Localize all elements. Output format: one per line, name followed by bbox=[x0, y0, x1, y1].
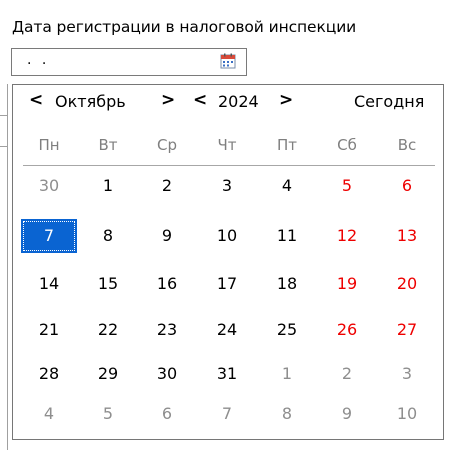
day-cell[interactable]: 1 bbox=[259, 357, 315, 391]
month-label[interactable]: Октябрь bbox=[55, 92, 126, 111]
day-cell[interactable]: 7 bbox=[199, 397, 255, 431]
side-divider-tick bbox=[0, 115, 8, 116]
day-cell[interactable]: 20 bbox=[379, 267, 435, 301]
date-input[interactable]: . . bbox=[11, 48, 247, 76]
side-divider-line bbox=[7, 84, 8, 450]
calendar-popup: < Октябрь > < 2024 > Сегодня Пн Вт Ср Чт Пт С… bbox=[12, 84, 444, 440]
weekday-header: Чт bbox=[217, 136, 237, 154]
day-cell[interactable]: 22 bbox=[80, 313, 136, 347]
day-cell[interactable]: 11 bbox=[259, 219, 315, 253]
day-cell[interactable]: 9 bbox=[319, 397, 375, 431]
day-cell[interactable]: 4 bbox=[259, 169, 315, 203]
day-cell[interactable]: 25 bbox=[259, 313, 315, 347]
day-cell[interactable]: 5 bbox=[80, 397, 136, 431]
day-cell[interactable]: 24 bbox=[199, 313, 255, 347]
day-cell[interactable]: 12 bbox=[319, 219, 375, 253]
day-cell[interactable]: 10 bbox=[199, 219, 255, 253]
weekday-header: Сб bbox=[337, 136, 357, 154]
prev-month-button[interactable]: < bbox=[29, 90, 43, 110]
day-cell[interactable]: 14 bbox=[21, 267, 77, 301]
day-cell[interactable]: 30 bbox=[21, 169, 77, 203]
day-cell[interactable]: 4 bbox=[21, 397, 77, 431]
weekday-divider bbox=[23, 165, 435, 166]
day-cell[interactable]: 18 bbox=[259, 267, 315, 301]
day-cell[interactable]: 23 bbox=[139, 313, 195, 347]
next-month-button[interactable]: > bbox=[161, 90, 175, 110]
day-cell[interactable]: 8 bbox=[259, 397, 315, 431]
day-cell[interactable]: 3 bbox=[199, 169, 255, 203]
weekday-header: Вт bbox=[98, 136, 118, 154]
day-cell[interactable]: 1 bbox=[80, 169, 136, 203]
day-cell[interactable]: 6 bbox=[379, 169, 435, 203]
calendar-icon[interactable] bbox=[220, 53, 236, 69]
day-cell[interactable]: 15 bbox=[80, 267, 136, 301]
weekday-header: Вс bbox=[397, 136, 417, 154]
day-cell[interactable]: 9 bbox=[139, 219, 195, 253]
weekday-header: Пт bbox=[276, 136, 298, 154]
day-cell[interactable]: 17 bbox=[199, 267, 255, 301]
date-input-value[interactable]: . . bbox=[27, 52, 49, 68]
day-cell-selected[interactable]: 7 bbox=[21, 219, 77, 253]
weekday-header: Ср bbox=[157, 136, 177, 154]
day-cell[interactable]: 13 bbox=[379, 219, 435, 253]
day-cell[interactable]: 16 bbox=[139, 267, 195, 301]
day-cell[interactable]: 30 bbox=[139, 357, 195, 391]
day-cell[interactable]: 10 bbox=[379, 397, 435, 431]
next-year-button[interactable]: > bbox=[279, 90, 293, 110]
side-divider-tick bbox=[0, 146, 8, 147]
day-cell[interactable]: 2 bbox=[319, 357, 375, 391]
day-cell[interactable]: 2 bbox=[139, 169, 195, 203]
day-cell[interactable]: 21 bbox=[21, 313, 77, 347]
day-cell[interactable]: 27 bbox=[379, 313, 435, 347]
prev-year-button[interactable]: < bbox=[193, 90, 207, 110]
year-label[interactable]: 2024 bbox=[218, 92, 259, 111]
day-cell[interactable]: 19 bbox=[319, 267, 375, 301]
day-cell[interactable]: 5 bbox=[319, 169, 375, 203]
today-button[interactable]: Сегодня bbox=[354, 92, 424, 111]
field-label: Дата регистрации в налоговой инспекции bbox=[12, 18, 357, 36]
day-cell[interactable]: 8 bbox=[80, 219, 136, 253]
weekday-header: Пн bbox=[38, 136, 60, 154]
day-cell[interactable]: 28 bbox=[21, 357, 77, 391]
day-cell[interactable]: 31 bbox=[199, 357, 255, 391]
day-cell[interactable]: 29 bbox=[80, 357, 136, 391]
day-cell[interactable]: 3 bbox=[379, 357, 435, 391]
day-cell[interactable]: 6 bbox=[139, 397, 195, 431]
day-cell[interactable]: 26 bbox=[319, 313, 375, 347]
